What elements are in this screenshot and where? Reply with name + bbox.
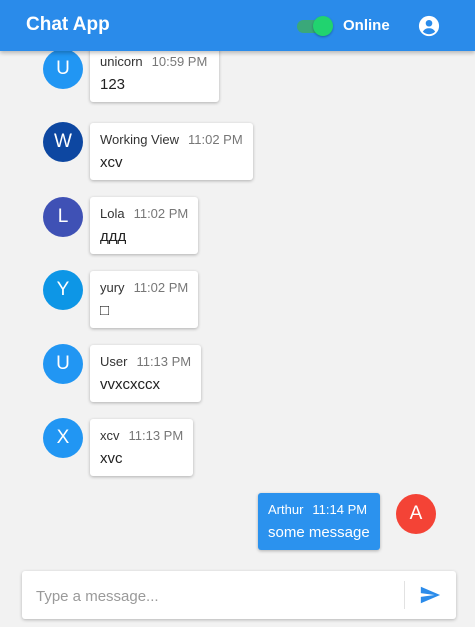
message-text: xvc [100, 450, 123, 467]
message-author: Arthur [268, 502, 304, 517]
status-label: Online [343, 17, 390, 34]
message-time: 11:13 PM [136, 354, 192, 369]
toggle-thumb [313, 16, 333, 36]
avatar: A [396, 494, 436, 534]
account-circle-icon[interactable] [418, 15, 440, 37]
message-author: unicorn [100, 54, 143, 69]
message-author: xcv [100, 428, 120, 443]
message-bubble: xcv 11:13 PM xvc [90, 419, 194, 476]
avatar: W [43, 122, 83, 162]
message-time: 10:59 PM [151, 54, 208, 69]
avatar: L [43, 197, 83, 237]
message-text: ддд [100, 228, 127, 245]
composer-divider [404, 581, 405, 609]
message-text: vvxcxccx [100, 376, 160, 393]
message-bubble: unicorn 10:59 PM 123 [90, 51, 219, 102]
app-title: Chat App [26, 14, 110, 35]
message-bubble: Lola 11:02 PM ддд [90, 197, 199, 254]
message-author: Working View [100, 132, 179, 147]
avatar: X [43, 418, 83, 458]
message-bubble: Working View 11:02 PM xcv [90, 123, 253, 180]
avatar: Y [43, 270, 83, 310]
message-text: some message [268, 524, 370, 541]
message-text: □ [100, 302, 110, 319]
app-bar: Chat App Online [0, 0, 475, 51]
message-composer [22, 571, 456, 621]
message-bubble: User 11:13 PM vvxcxccx [90, 345, 202, 402]
message-author: yury [100, 280, 125, 295]
message-time: 11:14 PM [312, 502, 368, 517]
message-time: 11:02 PM [133, 280, 189, 295]
message-time: 11:13 PM [128, 428, 184, 443]
send-icon[interactable] [418, 584, 442, 606]
message-author: User [100, 354, 128, 369]
message-author: Lola [100, 206, 125, 221]
avatar: U [43, 344, 83, 384]
message-time: 11:02 PM [188, 132, 243, 147]
own-message-bubble: Arthur 11:14 PM some message [258, 493, 380, 550]
avatar: U [43, 51, 83, 89]
message-text: 123 [100, 76, 126, 93]
message-time: 11:02 PM [133, 206, 189, 221]
message-text: xcv [100, 154, 123, 171]
online-toggle[interactable] [297, 16, 333, 36]
message-bubble: yury 11:02 PM □ [90, 271, 199, 328]
message-input[interactable] [34, 571, 398, 621]
message-list[interactable]: U unicorn 10:59 PM 123 W Working View 11:0… [0, 51, 475, 556]
